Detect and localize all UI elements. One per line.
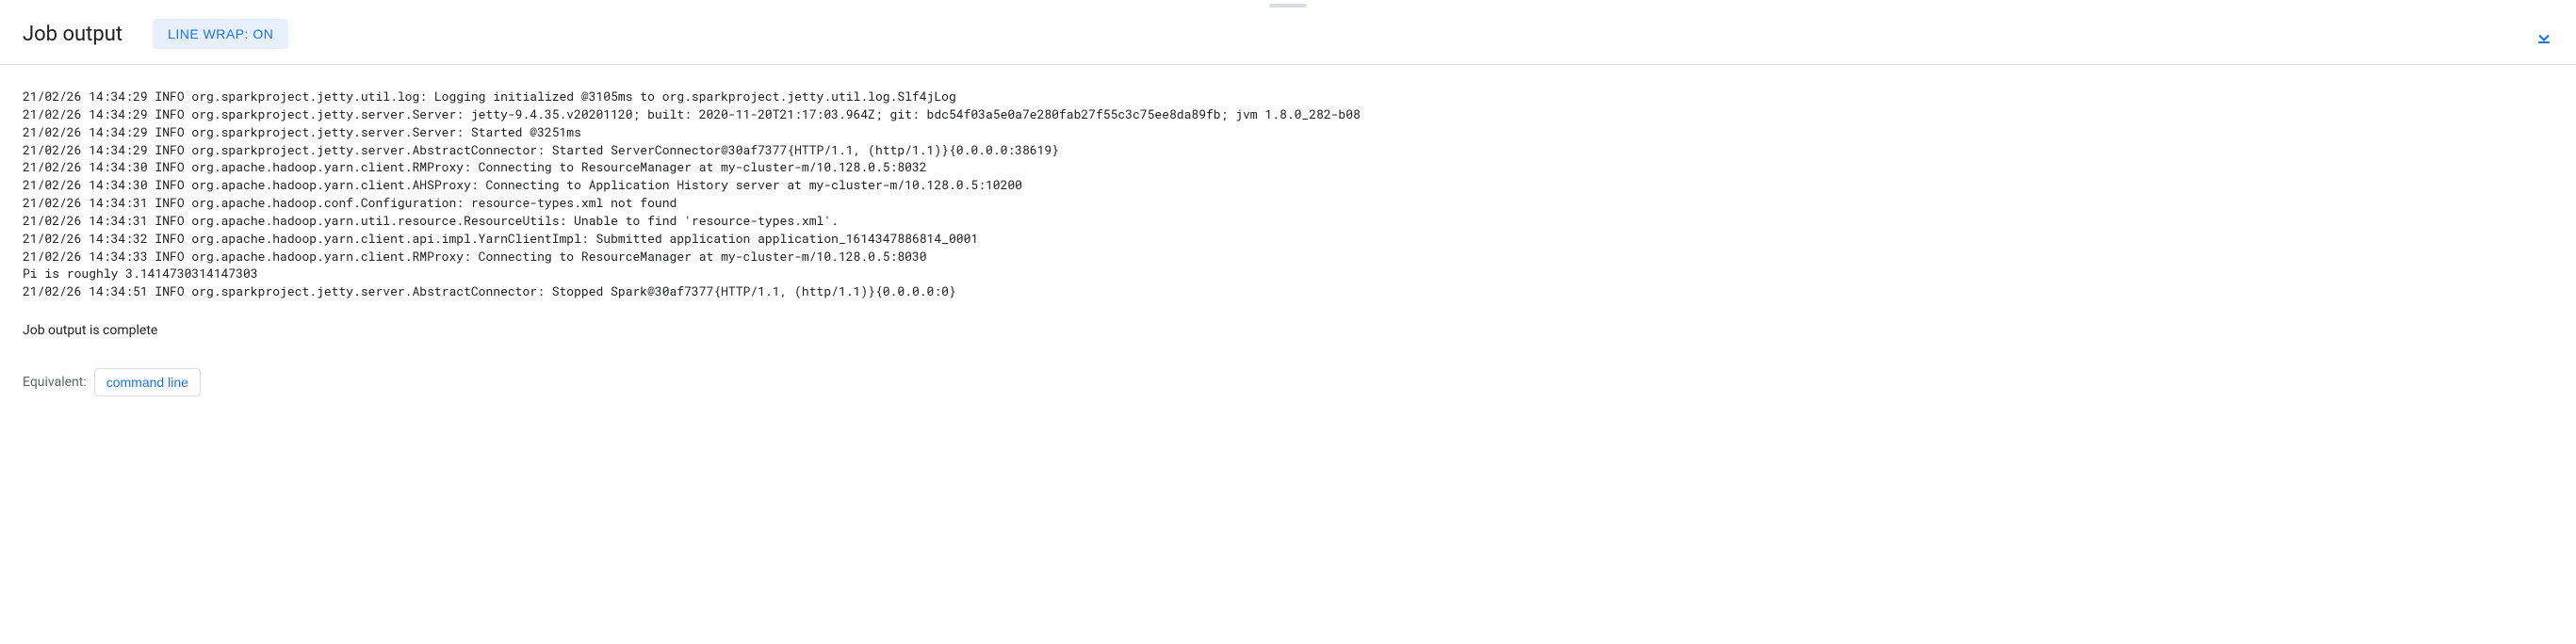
line-wrap-toggle-button[interactable]: LINE WRAP: ON bbox=[153, 19, 288, 49]
handle-bar-icon bbox=[1269, 4, 1307, 8]
log-output: 21/02/26 14:34:29 INFO org.sparkproject.… bbox=[0, 65, 2576, 312]
drag-handle[interactable] bbox=[0, 0, 2576, 11]
equivalent-row: Equivalent: command line bbox=[0, 361, 2576, 411]
header: Job output LINE WRAP: ON bbox=[0, 11, 2576, 65]
expand-down-icon[interactable] bbox=[2535, 28, 2553, 47]
job-status-text: Job output is complete bbox=[0, 312, 2576, 361]
command-line-button[interactable]: command line bbox=[94, 368, 201, 396]
page-title: Job output bbox=[23, 23, 122, 46]
equivalent-label: Equivalent: bbox=[23, 375, 87, 390]
